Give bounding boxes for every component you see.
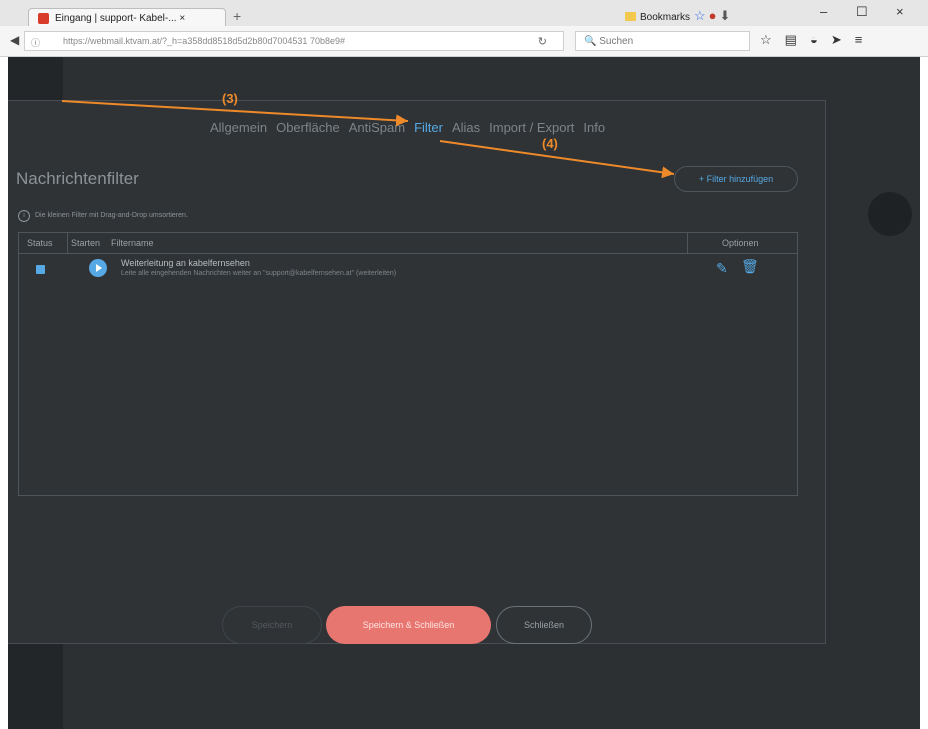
avatar: [868, 192, 912, 236]
info-icon: i: [18, 210, 30, 222]
mail-favicon-icon: [38, 13, 49, 24]
header-starten: Starten: [71, 238, 101, 248]
save-button[interactable]: Speichern: [222, 606, 322, 644]
tab-import-export[interactable]: Import / Export: [489, 120, 574, 135]
url-bar[interactable]: ⓘ https://webmail.ktvam.at/?_h=a358dd851…: [24, 31, 564, 51]
tab-oberflaeche[interactable]: Oberfläche: [276, 120, 340, 135]
browser-tools: ☆ ▤ ◒ ➤ ≡: [760, 32, 875, 48]
search-input[interactable]: 🔍 Suchen: [575, 31, 750, 51]
pocket-icon[interactable]: ◒: [810, 32, 818, 47]
tab-filter[interactable]: Filter: [414, 120, 443, 135]
edit-icon[interactable]: ✎: [716, 260, 728, 277]
maximize-button[interactable]: ☐: [856, 4, 868, 20]
browser-titlebar: Eingang | support- Kabel-... × + Bookmar…: [0, 0, 928, 28]
tab-allgemein[interactable]: Allgemein: [210, 120, 267, 135]
star-icon[interactable]: ☆: [760, 32, 772, 47]
menu-icon[interactable]: ≡: [855, 32, 863, 47]
browser-tab[interactable]: Eingang | support- Kabel-... ×: [28, 8, 226, 28]
header-optionen: Optionen: [722, 238, 759, 248]
annotation-4: (4): [542, 136, 558, 151]
bookmarks-bar[interactable]: Bookmarks ☆ ● ⬇: [625, 8, 730, 24]
url-text: https://webmail.ktvam.at/?_h=a358dd8518d…: [63, 36, 345, 46]
annotation-3: (3): [222, 91, 238, 106]
table-header: Status Starten Filtername Optionen: [19, 233, 797, 254]
trash-icon[interactable]: 🗑: [741, 258, 759, 275]
close-button[interactable]: Schließen: [496, 606, 592, 644]
header-filtername: Filtername: [111, 238, 154, 248]
save-and-close-button[interactable]: Speichern & Schließen: [326, 606, 491, 644]
star-icon[interactable]: ☆: [694, 8, 706, 23]
library-icon[interactable]: ▤: [785, 32, 797, 47]
filter-description: Leite alle eingehenden Nachrichten weite…: [121, 270, 397, 277]
filter-table: Status Starten Filtername Optionen Weite…: [18, 232, 798, 496]
page-title: Nachrichtenfilter: [16, 169, 139, 188]
close-window-button[interactable]: ×: [896, 4, 904, 19]
filter-name: Weiterleitung an kabelfernsehen: [121, 258, 250, 268]
bookmarks-label: Bookmarks: [640, 12, 691, 23]
tab-antispam[interactable]: AntiSpam: [349, 120, 405, 135]
send-icon[interactable]: ➤: [831, 32, 842, 47]
status-checkbox[interactable]: [36, 265, 45, 274]
minimize-button[interactable]: –: [820, 4, 827, 19]
play-icon[interactable]: [89, 259, 107, 277]
header-status: Status: [27, 238, 53, 248]
add-filter-button[interactable]: + Filter hinzufügen: [674, 166, 798, 192]
modal-buttons: Speichern Speichern & Schließen Schließe…: [8, 606, 826, 646]
download-icon[interactable]: ⬇: [720, 8, 731, 23]
info-text-label: Die kleinen Filter mit Drag-and-Drop ums…: [35, 212, 188, 219]
back-arrow-icon[interactable]: ◀: [10, 33, 19, 47]
browser-navbar: ◀ ⓘ https://webmail.ktvam.at/?_h=a358dd8…: [0, 26, 928, 57]
lock-icon: ⓘ: [31, 38, 41, 48]
folder-icon: [625, 12, 636, 21]
info-text: i Die kleinen Filter mit Drag-and-Drop um…: [18, 210, 188, 222]
addon-icon[interactable]: ●: [709, 8, 717, 23]
tab-info[interactable]: Info: [583, 120, 605, 135]
new-tab-button[interactable]: +: [233, 8, 241, 24]
reload-icon[interactable]: ↻: [538, 35, 547, 48]
tab-title: Eingang | support- Kabel-... ×: [55, 13, 186, 24]
webmail-content: Allgemein Oberfläche AntiSpam Filter Alias Im…: [8, 57, 920, 729]
search-placeholder: Suchen: [599, 36, 634, 47]
tab-alias[interactable]: Alias: [452, 120, 480, 135]
table-row[interactable]: Weiterleitung an kabelfernsehen Leite al…: [19, 255, 797, 285]
settings-tabs: Allgemein Oberfläche AntiSpam Filter Alias Im…: [210, 120, 614, 135]
